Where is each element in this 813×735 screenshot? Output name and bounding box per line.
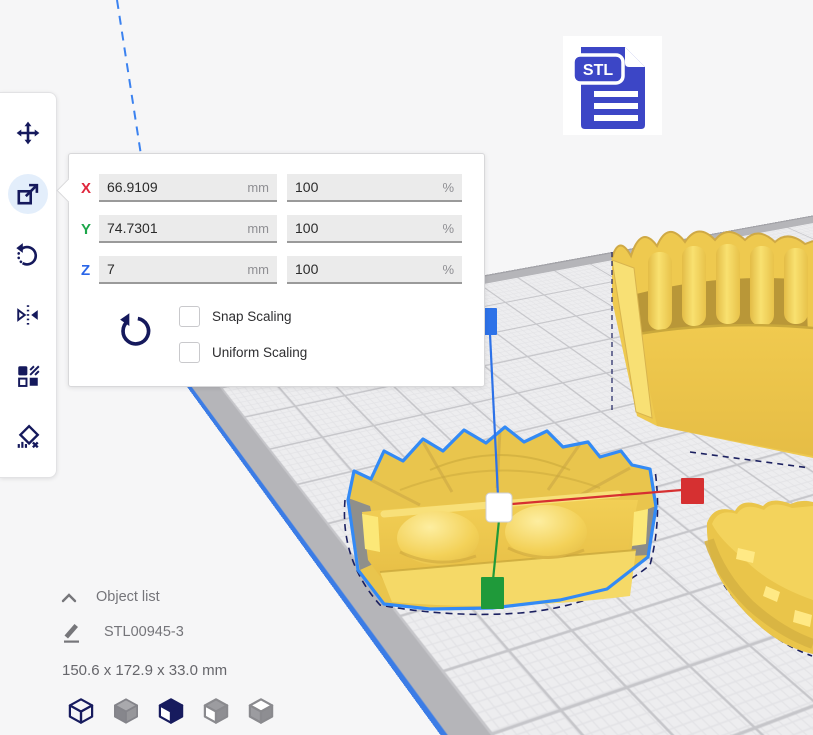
snap-scaling-checkbox[interactable]: [179, 306, 200, 327]
rotate-tool-button[interactable]: [8, 235, 48, 275]
scale-y-percent-input[interactable]: [295, 220, 405, 236]
y-axis-line: [493, 520, 499, 580]
unit-label: %: [442, 180, 454, 195]
unit-label: mm: [247, 180, 269, 195]
scale-z-percent-field[interactable]: %: [287, 256, 462, 284]
x-axis-line: [512, 490, 682, 504]
mirror-icon: [15, 302, 41, 328]
axis-label-y: Y: [81, 221, 99, 238]
view-top-button[interactable]: [154, 696, 188, 728]
unit-label: %: [442, 221, 454, 236]
scale-x-mm-field[interactable]: mm: [99, 174, 277, 202]
unit-label: mm: [247, 262, 269, 277]
unit-label: mm: [247, 221, 269, 236]
scale-z-mm-input[interactable]: [107, 261, 217, 277]
move-icon: [15, 120, 41, 146]
move-tool-button[interactable]: [8, 113, 48, 153]
3d-slicer-viewport: X mm % Y mm % Z mm: [0, 0, 813, 735]
object-name: STL00945-3: [104, 624, 184, 640]
scale-y-mm-field[interactable]: mm: [99, 215, 277, 243]
model-dimensions-readout: 150.6 x 172.9 x 33.0 mm: [62, 662, 227, 679]
axis-label-z: Z: [81, 262, 99, 279]
object-list-item[interactable]: STL00945-3: [60, 620, 184, 644]
view-right-cube-icon: [245, 696, 277, 726]
scale-x-percent-field[interactable]: %: [287, 174, 462, 202]
axis-label-x: X: [81, 180, 99, 197]
mirror-tool-button[interactable]: [8, 295, 48, 335]
scale-row-z: Z mm %: [81, 256, 462, 284]
reset-scale-button[interactable]: [115, 310, 155, 354]
stl-document-icon: STL: [567, 39, 659, 133]
view-left-button[interactable]: [199, 696, 233, 728]
view-3d-button[interactable]: [64, 696, 98, 728]
support-blocker-button[interactable]: [8, 417, 48, 457]
tool-sidebar: [0, 92, 57, 478]
scale-y-mm-input[interactable]: [107, 220, 217, 236]
scale-row-y: Y mm %: [81, 215, 462, 243]
per-model-settings-button[interactable]: [8, 356, 48, 396]
scale-tool-button[interactable]: [8, 174, 48, 214]
scale-handle-y[interactable]: [481, 577, 504, 609]
scale-x-percent-input[interactable]: [295, 179, 405, 195]
view-3d-cube-icon: [65, 696, 97, 726]
object-list-title: Object list: [96, 589, 160, 605]
scale-row-x: X mm %: [81, 174, 462, 202]
scale-y-percent-field[interactable]: %: [287, 215, 462, 243]
uniform-scaling-checkbox[interactable]: [179, 342, 200, 363]
scale-icon: [15, 181, 41, 207]
reset-arrow-icon: [118, 312, 152, 350]
pencil-icon: [60, 620, 84, 644]
view-left-cube-icon: [200, 696, 232, 726]
scale-handle-z[interactable]: [483, 308, 497, 335]
stl-badge-label: STL: [582, 62, 612, 79]
z-axis-line: [490, 334, 498, 496]
snap-scaling-checkbox-row[interactable]: Snap Scaling: [179, 306, 292, 327]
unit-label: %: [442, 262, 454, 277]
scale-handle-center[interactable]: [486, 493, 512, 522]
uniform-scaling-checkbox-row[interactable]: Uniform Scaling: [179, 342, 307, 363]
per-model-settings-icon: [15, 363, 41, 389]
view-front-cube-icon: [110, 696, 142, 726]
stl-file-thumbnail: STL: [563, 36, 662, 135]
view-top-cube-icon: [155, 696, 187, 726]
scale-z-mm-field[interactable]: mm: [99, 256, 277, 284]
rotate-icon: [15, 242, 41, 268]
chevron-up-icon: [58, 588, 80, 606]
object-list-header[interactable]: Object list: [58, 588, 184, 606]
uniform-scaling-label: Uniform Scaling: [212, 345, 307, 360]
snap-scaling-label: Snap Scaling: [212, 309, 292, 324]
camera-view-presets: [64, 696, 278, 728]
scale-z-percent-input[interactable]: [295, 261, 405, 277]
scale-x-mm-input[interactable]: [107, 179, 217, 195]
view-front-button[interactable]: [109, 696, 143, 728]
view-right-button[interactable]: [244, 696, 278, 728]
scale-handle-x[interactable]: [681, 478, 704, 504]
scale-tool-panel: X mm % Y mm % Z mm: [68, 153, 485, 387]
object-list-panel: Object list STL00945-3: [58, 588, 184, 644]
support-blocker-icon: [15, 424, 41, 450]
